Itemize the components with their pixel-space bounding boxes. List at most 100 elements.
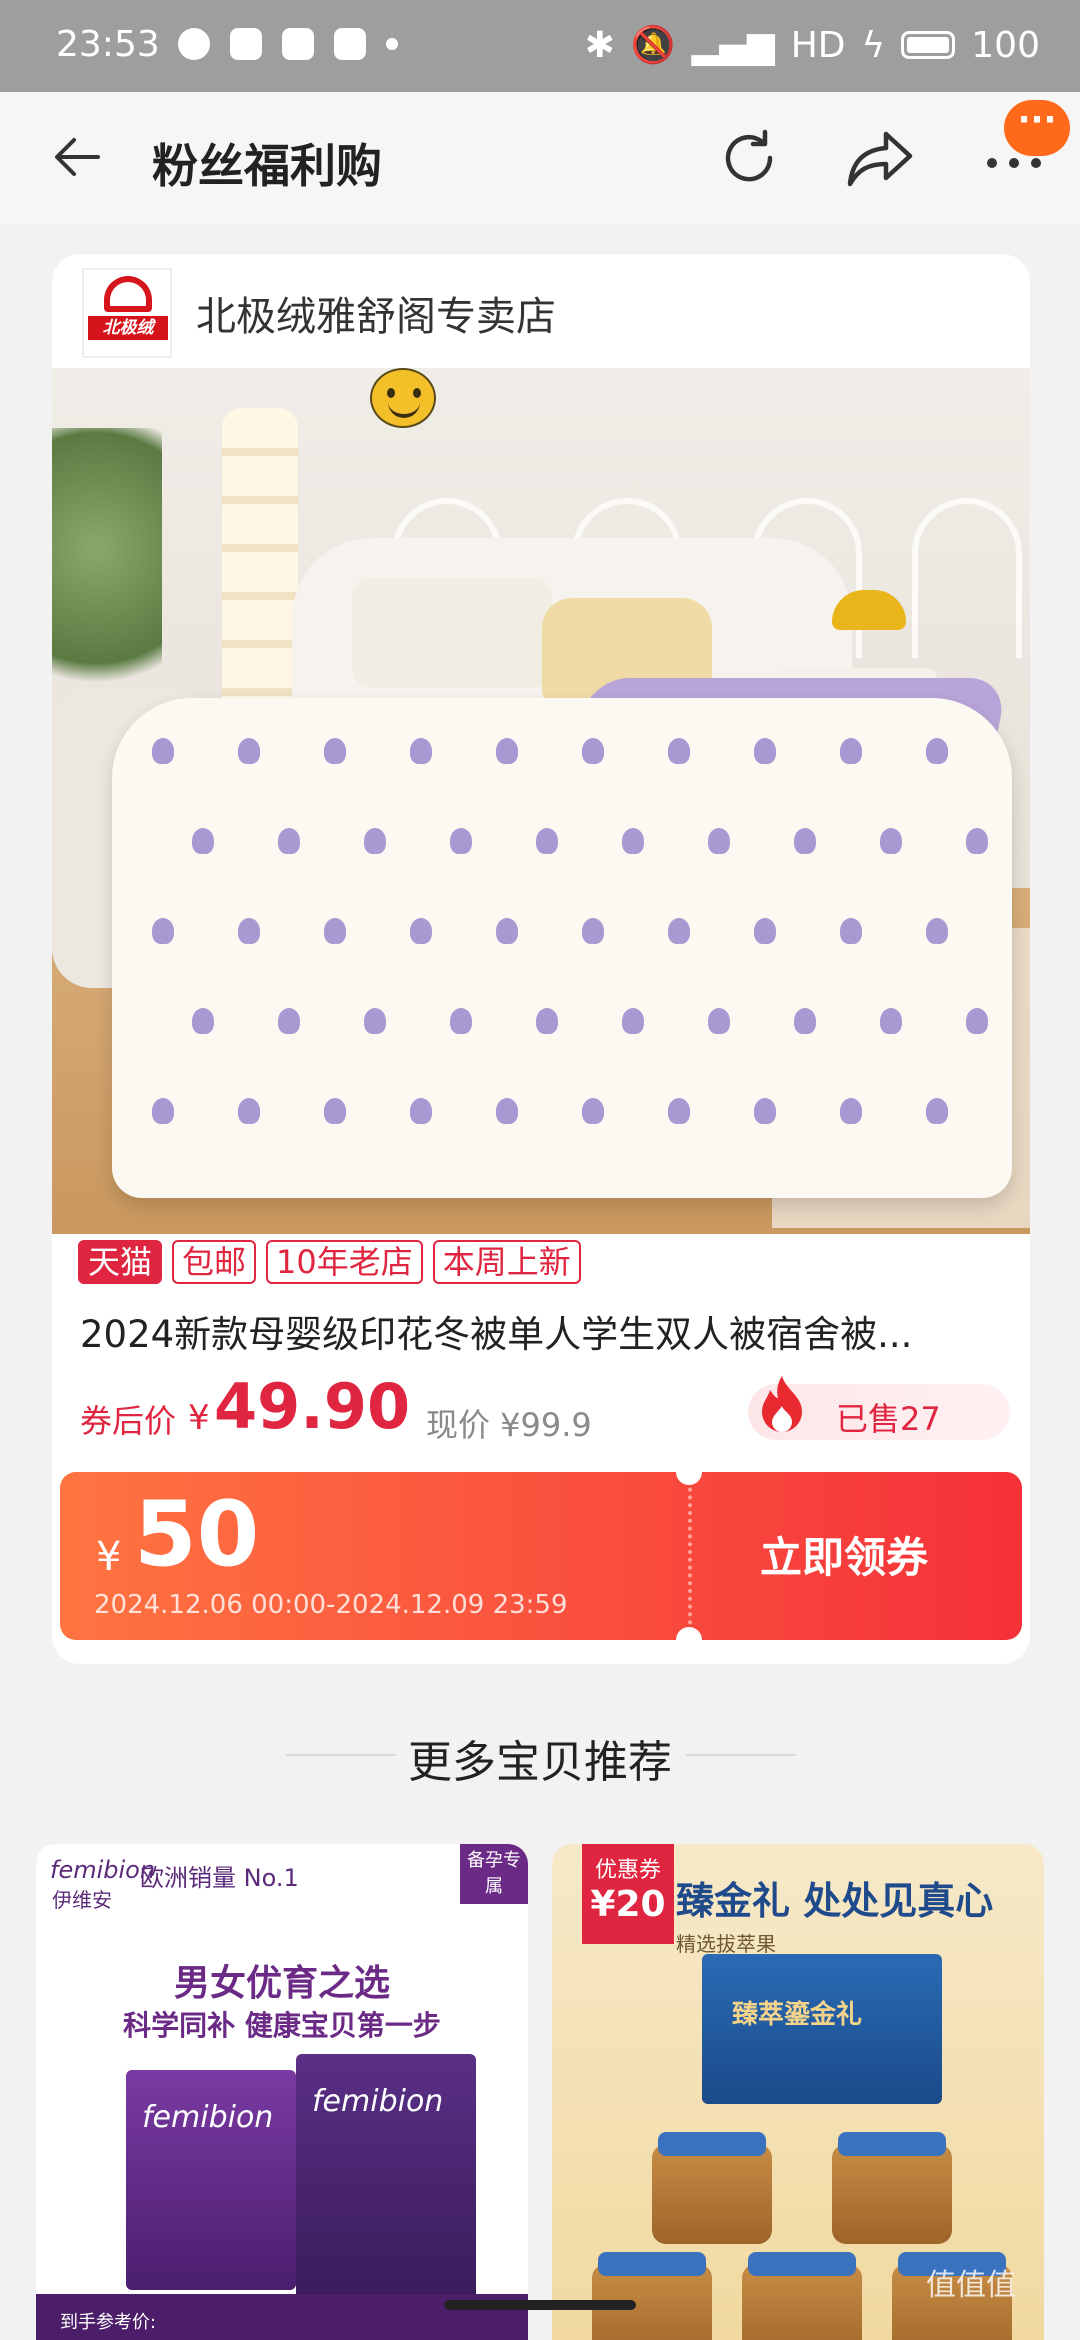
tulip-pattern [410,1098,432,1124]
tulip-pattern [708,828,730,854]
tulip-pattern [622,1008,644,1034]
price-value: 49.90 [214,1370,411,1443]
tulip-pattern [794,828,816,854]
network-label: HD [790,24,846,66]
tulip-pattern [668,918,690,944]
tulip-pattern [668,1098,690,1124]
logo-emblem [104,276,152,312]
store-name: 北极绒雅舒阁专卖店 [196,294,556,340]
tulip-pattern [880,1008,902,1034]
tulip-pattern [840,738,862,764]
recommendation-card[interactable]: femibion 伊维安 欧洲销量 No.1 备孕专属 男女优育之选 科学同补 … [36,1844,528,2340]
tag-free-shipping: 包邮 [172,1240,257,1284]
tulip-pattern [152,918,174,944]
tulip-pattern [278,1008,300,1034]
signal-icon: ▂▄▆ [691,24,775,66]
tulip-pattern [622,828,644,854]
nav-bar: 粉丝福利购 ··· [0,92,1080,224]
home-indicator[interactable] [444,2300,636,2310]
product-image[interactable] [52,368,1030,1234]
tulip-pattern [364,1008,386,1034]
rec-jar [742,2252,862,2340]
tulip-pattern [536,1008,558,1034]
tulip-pattern [926,918,948,944]
gift-box-label: 臻萃鎏金礼 [732,2000,863,2030]
tulip-pattern [278,828,300,854]
tulip-pattern [880,828,902,854]
coupon-amount: 50 [134,1482,260,1587]
image-plant [52,428,162,728]
tulip-pattern [450,828,472,854]
coupon-currency: ¥ [96,1534,122,1580]
status-bar: 23:53 ✱ 🔕 ▂▄▆ HD ϟ 100 [0,0,1080,92]
tulip-pattern [840,1098,862,1124]
image-icon [334,28,366,60]
store-row[interactable]: 北极绒 北极绒雅舒阁专卖店 [52,254,1030,366]
tulip-pattern [668,738,690,764]
section-header: 更多宝贝推荐 [0,1718,1080,1788]
image-floor-lamp [222,408,298,748]
refresh-icon[interactable] [718,128,780,190]
tulip-pattern [152,738,174,764]
tulip-pattern [152,1098,174,1124]
tulip-pattern [794,1008,816,1034]
rec-box-label: femibion [142,2100,274,2135]
back-arrow-icon[interactable] [52,132,102,182]
coupon-validity: 2024.12.06 00:00-2024.12.09 23:59 [94,1590,568,1620]
image-icon [282,28,314,60]
smiley-icon [370,368,436,428]
image-arch [912,498,1022,658]
tulip-pattern [238,1098,260,1124]
tulip-pattern [324,1098,346,1124]
notification-icons [178,28,398,60]
tulip-pattern [754,738,776,764]
ribbon-value: ¥20 [590,1884,666,1925]
rec-jar [652,2132,772,2244]
tulip-pattern [410,738,432,764]
watermark: 值值值 [926,2268,1016,2303]
app-icon [230,28,262,60]
logo-text: 北极绒 [88,316,168,340]
tulip-pattern [582,1098,604,1124]
flame-icon [762,1376,802,1432]
message-badge[interactable]: ··· [1004,100,1070,156]
share-icon[interactable] [846,128,914,190]
rec-product-box: femibion [126,2070,296,2290]
rec-subheadline: 科学同补 健康宝贝第一步 [123,2009,441,2042]
tulip-pattern [582,738,604,764]
coupon[interactable]: ¥ 50 2024.12.06 00:00-2024.12.09 23:59 立… [60,1472,1022,1640]
section-divider [686,1754,796,1756]
rec-banner: 臻金礼 处处见真心 [676,1879,994,1923]
status-right: ✱ 🔕 ▂▄▆ HD ϟ 100 [585,24,1040,67]
chat-icon [178,28,210,60]
original-price: 现价 ¥99.9 [426,1406,592,1444]
tulip-pattern [364,828,386,854]
tulip-pattern [582,918,604,944]
claim-coupon-button[interactable]: 立即领券 [760,1524,928,1585]
product-title[interactable]: 2024新款母婴级印花冬被单人学生双人被宿舍被... [80,1304,1010,1358]
tag-old-store: 10年老店 [266,1240,423,1284]
rec-product-box: femibion [296,2054,476,2300]
tulip-pattern [324,738,346,764]
image-pillow [352,578,552,688]
tulip-pattern [536,828,558,854]
tag-new-this-week: 本周上新 [432,1240,581,1284]
tulip-pattern [410,918,432,944]
tulip-pattern [496,1098,518,1124]
battery-level: 100 [971,24,1040,66]
section-title: 更多宝贝推荐 [408,1737,672,1788]
tulip-pattern [192,1008,214,1034]
price-row: 券后价 ¥ 49.90 现价 ¥99.9 已售27 [80,1370,1010,1450]
price-label: 券后价 [80,1402,177,1440]
rec-sub: 精选拔萃果 [676,1932,776,1956]
product-card[interactable]: 北极绒 北极绒雅舒阁专卖店 天猫 包邮 10年老店 本周上新 2024新款母婴级… [52,254,1030,1664]
more-dot-icon [386,38,398,50]
tulip-pattern [238,738,260,764]
tulip-pattern [926,1098,948,1124]
tulip-pattern [754,1098,776,1124]
image-comforter [112,698,1012,1198]
store-logo: 北极绒 [82,268,172,358]
coupon-divider [688,1472,692,1640]
tulip-pattern [192,828,214,854]
rec-corner-label: 备孕专属 [460,1844,528,1904]
